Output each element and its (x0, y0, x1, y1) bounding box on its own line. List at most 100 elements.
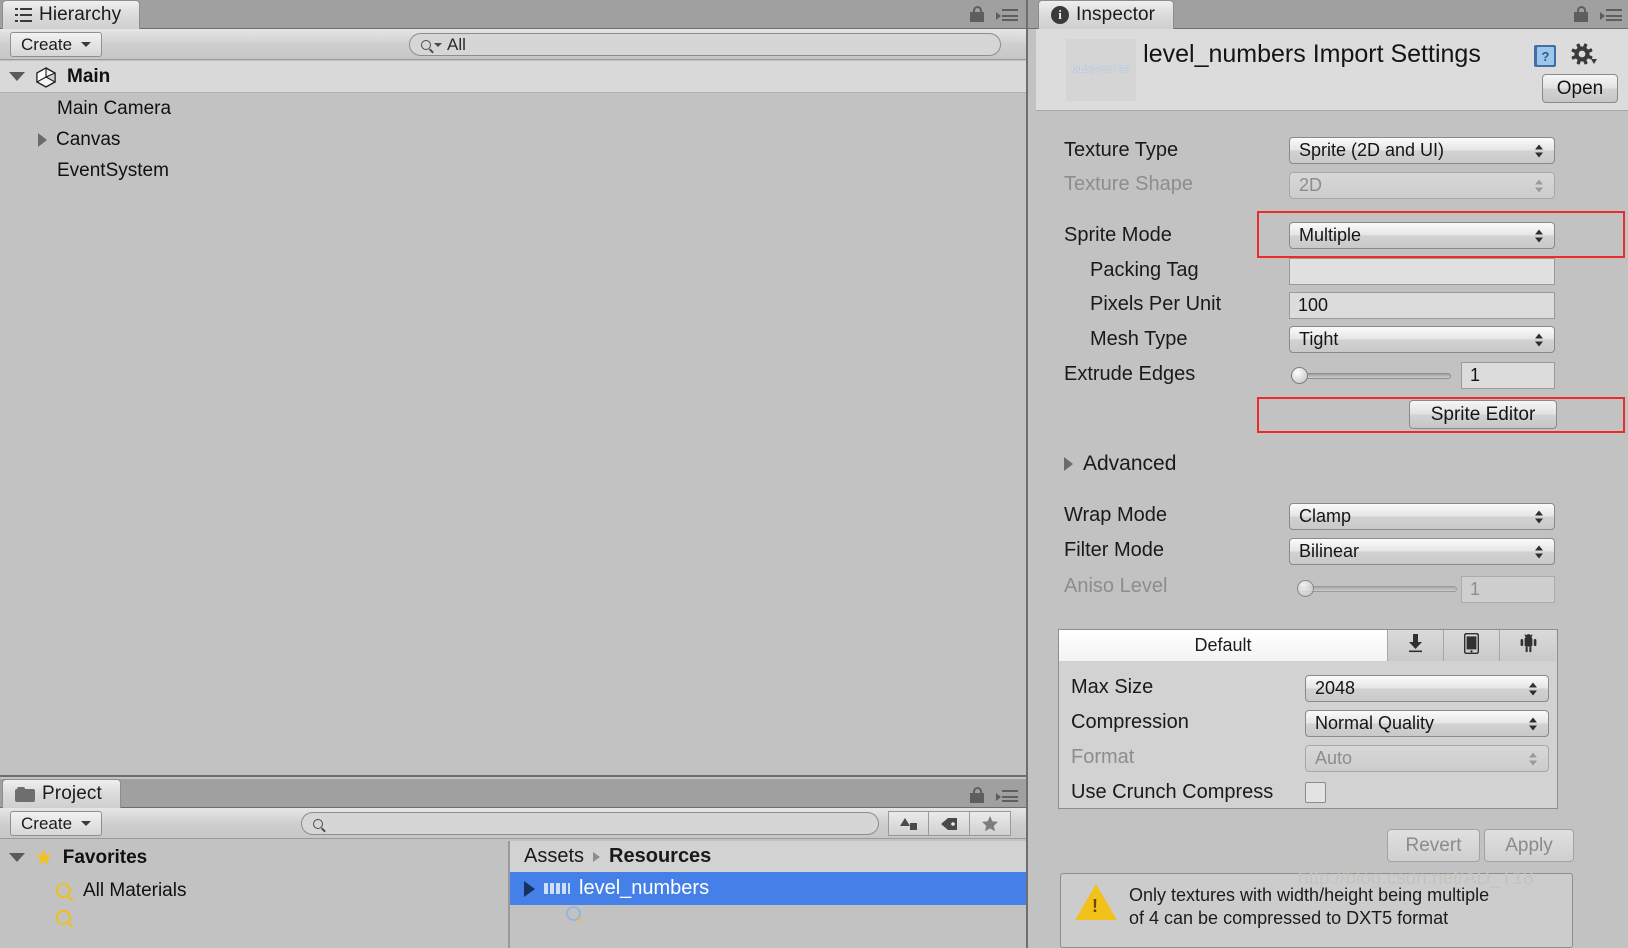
wrap-mode-dropdown[interactable]: Clamp (1289, 503, 1555, 530)
extrude-edges-label: Extrude Edges (1064, 363, 1196, 385)
mesh-type-label: Mesh Type (1090, 328, 1188, 350)
packing-tag-input[interactable] (1289, 258, 1555, 285)
filter-mode-label: Filter Mode (1064, 539, 1165, 561)
project-favorites-label: Favorites (62, 846, 148, 868)
use-crunch-compression-checkbox[interactable] (1305, 782, 1326, 803)
aniso-level-label: Aniso Level (1064, 575, 1168, 597)
hierarchy-create-button[interactable]: Create (10, 32, 103, 57)
hierarchy-row-main[interactable]: Main (0, 61, 1026, 93)
sprite-mode-label: Sprite Mode (1064, 224, 1172, 246)
favorites-star-icon: ★ (34, 844, 54, 870)
disclosure-triangle-closed-icon[interactable] (1064, 457, 1073, 471)
hierarchy-search-input[interactable]: All (409, 33, 1001, 56)
texture-type-value: Sprite (2D and UI) (1299, 140, 1445, 160)
tab-inspector[interactable]: i Inspector (1038, 0, 1175, 29)
packing-tag-label: Packing Tag (1090, 259, 1199, 281)
project-asset-row-partial[interactable] (510, 905, 1026, 921)
project-search-input[interactable] (301, 812, 879, 835)
tab-inspector-label: Inspector (1076, 4, 1156, 25)
revert-label: Revert (1405, 834, 1462, 856)
hierarchy-row-eventsystem[interactable]: EventSystem (0, 155, 1026, 186)
inspector-lock-icon[interactable] (1574, 6, 1588, 22)
apply-label: Apply (1505, 834, 1553, 856)
extrude-edges-input[interactable]: 1 (1461, 362, 1555, 389)
texture-type-dropdown[interactable]: Sprite (2D and UI) (1289, 137, 1555, 164)
project-lock-icon[interactable] (970, 787, 984, 803)
mesh-type-value: Tight (1299, 329, 1339, 349)
project-favorites-header[interactable]: ★ Favorites (0, 841, 508, 874)
sprite-mode-dropdown[interactable]: Multiple (1289, 222, 1555, 249)
mesh-type-dropdown[interactable]: Tight (1289, 326, 1555, 353)
filter-mode-dropdown[interactable]: Bilinear (1289, 538, 1555, 565)
hierarchy-row-main-camera[interactable]: Main Camera (0, 93, 1026, 124)
unity-scene-icon (35, 66, 57, 88)
platform-tab-ios[interactable] (1444, 630, 1500, 661)
project-menu-icon[interactable] (996, 790, 1018, 802)
hierarchy-item-label: Main (67, 65, 111, 87)
breadcrumb-separator-icon (593, 851, 601, 862)
inspector-menu-icon[interactable] (1600, 9, 1622, 21)
use-crunch-compression-label: Use Crunch Compress (1071, 781, 1274, 803)
disclosure-triangle-open-icon[interactable] (9, 853, 25, 862)
disclosure-triangle-open-icon[interactable] (9, 72, 25, 81)
project-asset-row-level-numbers[interactable]: level_numbers (510, 872, 1026, 905)
sprite-mode-value: Multiple (1299, 225, 1362, 245)
tab-hierarchy[interactable]: Hierarchy (2, 0, 141, 29)
android-icon (1520, 633, 1537, 658)
apply-button[interactable]: Apply (1484, 829, 1574, 862)
inspector-header: 0123456789 level_numbers Import Settings… (1036, 29, 1628, 111)
warning-triangle-icon (1075, 884, 1117, 920)
folder-icon (15, 786, 35, 802)
platform-tab-android[interactable] (1500, 630, 1556, 661)
disclosure-triangle-closed-icon[interactable] (38, 132, 47, 147)
preview-digits: 0123456789 (1071, 65, 1131, 75)
search-filter-chevron-icon (434, 42, 442, 47)
extrude-edges-slider[interactable] (1291, 373, 1451, 379)
page-title: level_numbers Import Settings (1143, 40, 1481, 68)
hierarchy-item-label: Main Camera (57, 97, 172, 119)
inspector-panel: i Inspector 0123456789 level_numbers Imp… (1026, 0, 1628, 948)
hierarchy-panel: Hierarchy Create All Main Main Camera Ca… (0, 0, 1026, 775)
advanced-foldout[interactable]: Advanced (1064, 452, 1176, 476)
max-size-dropdown[interactable]: 2048 (1305, 675, 1549, 702)
chevron-updown-icon (1535, 143, 1544, 158)
project-favorites-item-partial[interactable] (0, 907, 508, 927)
help-book-icon[interactable]: ? (1532, 43, 1558, 69)
breadcrumb-resources[interactable]: Resources (609, 845, 711, 868)
project-toolbar: Create (0, 808, 1026, 839)
wrap-mode-label: Wrap Mode (1064, 504, 1168, 526)
platform-tab-standalone[interactable] (1388, 630, 1444, 661)
extrude-edges-slider-knob[interactable] (1291, 367, 1308, 384)
saved-search-icon (56, 909, 71, 925)
sprite-editor-label: Sprite Editor (1430, 403, 1536, 425)
hierarchy-icon (15, 8, 32, 22)
project-favorites-item-all-materials[interactable]: All Materials (0, 874, 508, 907)
breadcrumb-assets[interactable]: Assets (524, 845, 584, 868)
texture-shape-value: 2D (1299, 175, 1323, 195)
search-icon (313, 818, 323, 829)
favorite-star-icon[interactable] (970, 811, 1011, 836)
disclosure-triangle-closed-icon[interactable] (524, 880, 535, 897)
pixels-per-unit-input[interactable]: 100 (1289, 292, 1555, 319)
platform-tab-default-label: Default (1194, 635, 1252, 655)
platform-settings-box: Default Max Size 2048 Compression Normal… (1058, 629, 1558, 809)
open-button[interactable]: Open (1542, 74, 1618, 103)
tab-hierarchy-label: Hierarchy (39, 4, 122, 25)
pixels-per-unit-value: 100 (1298, 295, 1329, 315)
warning-line-1: Only textures with width/height being mu… (1129, 885, 1490, 905)
compression-dropdown[interactable]: Normal Quality (1305, 710, 1549, 737)
hierarchy-lock-icon[interactable] (970, 6, 984, 22)
label-tag-icon[interactable] (929, 811, 970, 836)
sprite-editor-button[interactable]: Sprite Editor (1409, 400, 1557, 429)
aniso-level-value: 1 (1470, 579, 1481, 599)
new-asset-icon[interactable] (888, 811, 929, 836)
platform-tab-default[interactable]: Default (1059, 630, 1388, 661)
hierarchy-row-canvas[interactable]: Canvas (0, 124, 1026, 155)
hierarchy-tabbar: Hierarchy (0, 0, 1026, 29)
compression-value: Normal Quality (1315, 713, 1435, 733)
revert-button[interactable]: Revert (1387, 829, 1480, 862)
hierarchy-menu-icon[interactable] (996, 9, 1018, 21)
gear-icon[interactable] (1570, 42, 1600, 70)
tab-project[interactable]: Project (2, 779, 121, 808)
project-create-button[interactable]: Create (10, 811, 103, 836)
